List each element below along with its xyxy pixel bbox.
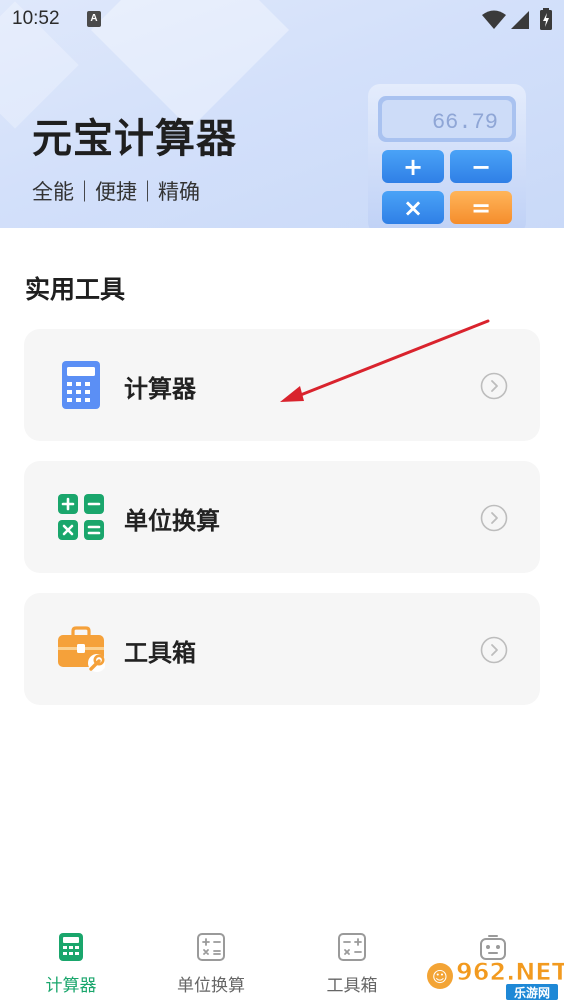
toolbox-icon bbox=[58, 626, 105, 672]
tool-card-label: 工具箱 bbox=[124, 639, 196, 667]
tool-card-label: 单位换算 bbox=[124, 507, 220, 535]
chevron-right-icon bbox=[480, 372, 508, 400]
calculator-icon bbox=[59, 933, 83, 961]
status-bar: 10:52 A bbox=[0, 0, 564, 40]
tool-card-unit-convert[interactable]: 单位换算 bbox=[24, 461, 540, 573]
nav-label: 单位换算 bbox=[177, 976, 245, 996]
unit-convert-icon bbox=[58, 494, 104, 540]
svg-text:962.NET: 962.NET bbox=[456, 958, 564, 986]
tool-card-toolbox[interactable]: 工具箱 bbox=[24, 593, 540, 705]
unit-convert-icon bbox=[197, 933, 225, 961]
toolbox-icon bbox=[338, 933, 366, 961]
nav-item-unit-convert[interactable]: 单位换算 bbox=[151, 920, 271, 1004]
tool-card-label: 计算器 bbox=[124, 375, 196, 403]
svg-text:+: + bbox=[403, 153, 423, 181]
svg-text:乐游网: 乐游网 bbox=[514, 985, 550, 1000]
notification-a-icon: A bbox=[87, 11, 101, 27]
svg-text:−: − bbox=[471, 153, 491, 181]
section-title: 实用工具 bbox=[25, 275, 126, 304]
chevron-right-icon bbox=[480, 636, 508, 664]
nav-item-toolbox[interactable]: 工具箱 bbox=[292, 920, 412, 1004]
signal-icon bbox=[511, 11, 529, 29]
app-title: 元宝计算器 bbox=[32, 116, 237, 162]
tool-card-calculator[interactable]: 计算器 bbox=[24, 329, 540, 441]
wifi-icon bbox=[482, 10, 506, 29]
nav-item-calculator[interactable]: 计算器 bbox=[11, 920, 131, 1004]
calculator-illustration: 66.79 + − × = bbox=[368, 84, 526, 228]
header-banner: 10:52 A 元宝计算器 全能｜便捷｜精确 66.79 + − × = bbox=[0, 0, 564, 228]
svg-text:=: = bbox=[471, 194, 491, 222]
site-watermark-logo: ☺ 962.NET 乐游网 bbox=[427, 958, 564, 1000]
nav-label: 工具箱 bbox=[326, 976, 378, 996]
battery-charging-icon bbox=[540, 8, 552, 30]
calculator-icon bbox=[62, 361, 100, 409]
illustration-display: 66.79 bbox=[432, 110, 498, 135]
chevron-right-icon bbox=[480, 504, 508, 532]
status-time: 10:52 bbox=[12, 8, 60, 29]
nav-label: 计算器 bbox=[45, 976, 97, 996]
app-slogan: 全能｜便捷｜精确 bbox=[32, 180, 200, 204]
svg-text:☺: ☺ bbox=[432, 968, 448, 986]
svg-text:×: × bbox=[403, 194, 423, 222]
